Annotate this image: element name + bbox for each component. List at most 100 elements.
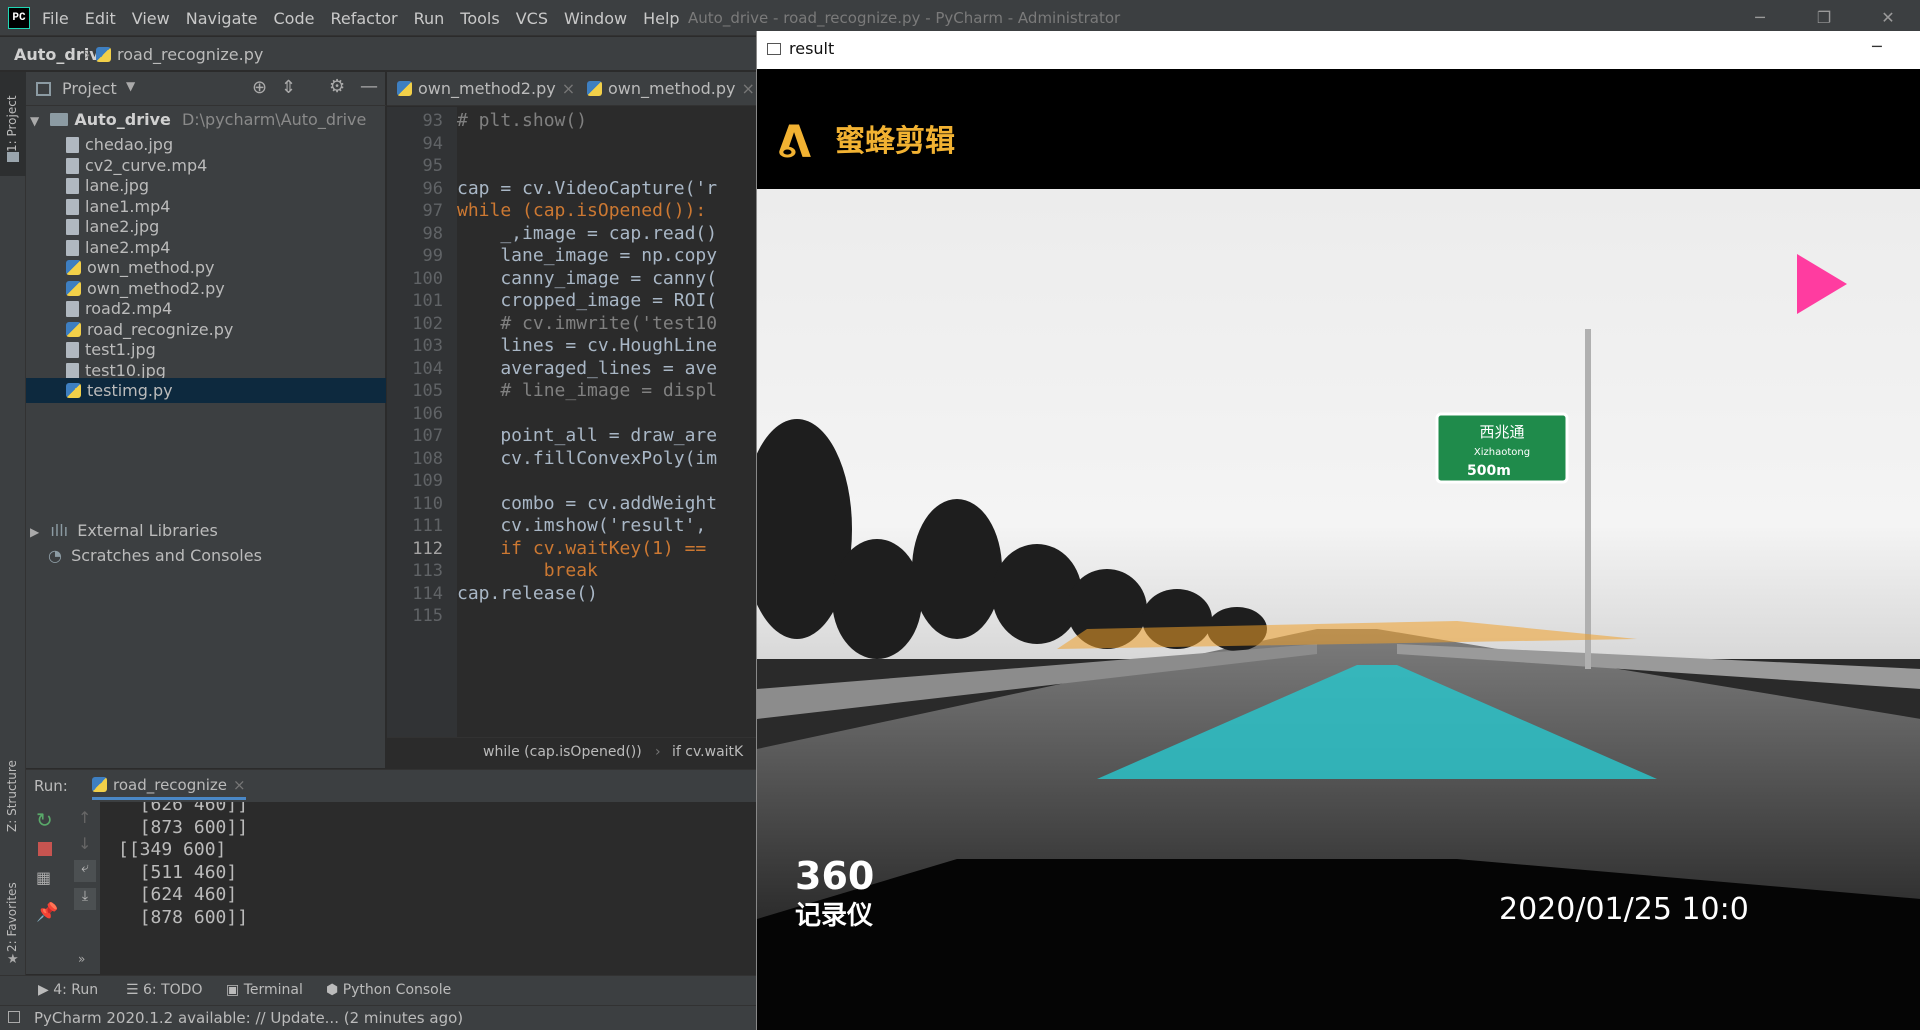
editor-tabs: own_method2.py × own_method.py × <box>387 72 756 106</box>
editor-breadcrumb-bar: while (cap.isOpened()) › if cv.waitK <box>387 737 756 769</box>
file-name: lane.jpg <box>85 176 150 195</box>
rerun-icon[interactable]: ↻ <box>36 808 53 832</box>
soft-wrap-icon[interactable]: ⤶ <box>74 860 96 882</box>
tool-tab[interactable]: ▶ 4: Run <box>38 982 98 998</box>
file-name: testimg.py <box>87 381 173 400</box>
stop-icon[interactable] <box>38 842 52 856</box>
line-number: 103 <box>412 336 443 356</box>
menu-item-edit[interactable]: Edit <box>85 9 116 28</box>
expand-arrow-icon[interactable]: ▼ <box>30 114 39 128</box>
run-console[interactable]: [626 460]] [873 600]] [[349 600] [511 460… <box>100 802 756 974</box>
run-toolbar: ↻ ▦ 📌 <box>26 802 70 974</box>
menu-item-help[interactable]: Help <box>643 9 679 28</box>
code-line: cap = cv.VideoCapture('r <box>457 177 718 199</box>
line-number: 115 <box>412 606 443 626</box>
menu-item-vcs[interactable]: VCS <box>516 9 548 28</box>
close-icon[interactable]: × <box>562 79 575 98</box>
breadcrumb-if[interactable]: if cv.waitK <box>672 744 743 760</box>
arrow-down-icon[interactable]: ↓ <box>78 834 91 853</box>
menu-item-navigate[interactable]: Navigate <box>186 9 258 28</box>
run-config-tab[interactable]: road_recognize × <box>92 776 246 800</box>
tab-project[interactable]: 1: Project <box>5 82 19 152</box>
status-bar: PyCharm 2020.1.2 available: // Update...… <box>0 1005 756 1030</box>
menu-item-code[interactable]: Code <box>274 9 315 28</box>
tool-tab-label: 4: Run <box>53 982 99 998</box>
pin-icon[interactable]: 📌 <box>36 902 58 923</box>
close-icon[interactable]: × <box>233 776 246 794</box>
tab-structure[interactable]: Z: Structure <box>5 752 19 832</box>
close-icon[interactable]: × <box>742 79 755 98</box>
sign-cn-text: 西兆通 <box>1479 423 1524 441</box>
menu-item-view[interactable]: View <box>132 9 170 28</box>
editor-tab-label: own_method.py <box>608 79 736 98</box>
hide-icon[interactable]: — <box>360 76 378 97</box>
star-icon: ★ <box>7 952 19 967</box>
navigation-bar: Auto_drive › road_recognize.py <box>0 37 756 71</box>
sign-text: Xizhaotong <box>1474 447 1530 458</box>
menu-item-run[interactable]: Run <box>414 9 445 28</box>
python-file-icon <box>66 321 81 337</box>
overlay-logo: 360 <box>795 854 874 898</box>
chevron-down-icon[interactable]: ▼ <box>126 79 135 93</box>
tool-tab[interactable]: ☰ 6: TODO <box>126 982 202 998</box>
menu-item-refactor[interactable]: Refactor <box>330 9 397 28</box>
line-number: 95 <box>422 156 443 176</box>
breadcrumb-file[interactable]: road_recognize.py <box>96 45 263 64</box>
console-line: [624 460] <box>118 884 238 905</box>
folder-icon <box>50 113 69 126</box>
editor-tab[interactable]: own_method.py × <box>587 79 755 98</box>
tab-favorites[interactable]: 2: Favorites <box>5 862 19 952</box>
locate-icon[interactable]: ⊕ <box>252 77 267 98</box>
more-icon[interactable]: » <box>78 952 85 966</box>
line-number: 101 <box>412 291 443 311</box>
line-number: 96 <box>422 178 443 199</box>
tree-root[interactable]: ▼ Auto_drive D:\pycharm\Auto_drive <box>26 107 386 132</box>
python-file-icon <box>92 777 107 792</box>
file-icon <box>66 198 79 215</box>
line-number: 94 <box>422 133 443 154</box>
scroll-to-end-icon[interactable]: ⤓ <box>74 888 96 910</box>
menu-item-window[interactable]: Window <box>564 9 627 28</box>
project-view-label[interactable]: Project <box>62 79 117 98</box>
dashcam-frame: 西兆通 Xizhaotong 500m ᕕ 蜜蜂剪辑 360 记录仪 2020/… <box>757 69 1920 1030</box>
pycharm-logo-icon[interactable]: PC <box>8 7 30 29</box>
file-name: own_method.py <box>87 258 215 277</box>
code-line: cv.imshow('result', <box>457 515 707 536</box>
editor-tab[interactable]: own_method2.py × <box>397 79 575 98</box>
console-line: [878 600]] <box>118 906 249 928</box>
breadcrumb-while[interactable]: while (cap.isOpened()) <box>483 744 642 760</box>
collapse-all-icon[interactable]: ⇕ <box>281 77 296 98</box>
python-file-icon <box>66 383 81 398</box>
brand-text: 蜜蜂剪辑 <box>835 124 955 159</box>
status-message[interactable]: PyCharm 2020.1.2 available: // Update...… <box>34 1009 463 1027</box>
tool-tab[interactable]: ⬢ Python Console <box>326 982 451 998</box>
minimize-icon[interactable]: ─ <box>1872 37 1882 56</box>
layout-icon[interactable]: ▦ <box>36 868 51 887</box>
gear-icon[interactable]: ⚙ <box>329 76 345 97</box>
file-name: lane2.jpg <box>85 217 160 236</box>
code-line: cap.release() <box>457 582 598 604</box>
scratches-label: Scratches and Consoles <box>71 546 262 565</box>
tree-scratches[interactable]: ◔ Scratches and Consoles <box>26 543 386 568</box>
line-number: 108 <box>412 448 443 469</box>
file-tree-item[interactable]: testimg.py <box>26 378 386 403</box>
tool-tab-icon: ⬢ <box>326 982 343 998</box>
project-panel-header: Project ▼ ⊕ ⇕ ⚙ — <box>26 72 386 106</box>
root-folder-path: D:\pycharm\Auto_drive <box>181 110 367 129</box>
file-icon <box>66 239 79 256</box>
video-timestamp: 2020/01/25 10:0 <box>1499 892 1749 927</box>
menu-item-tools[interactable]: Tools <box>460 9 499 28</box>
menu-item-file[interactable]: File <box>42 9 69 28</box>
arrow-up-icon[interactable]: ↑ <box>78 808 91 827</box>
file-name: chedao.jpg <box>85 135 174 154</box>
tool-tab[interactable]: ▣ Terminal <box>226 982 303 998</box>
line-number: 105 <box>412 381 443 401</box>
window-icon[interactable] <box>8 1011 20 1023</box>
file-icon <box>66 157 79 174</box>
editor-tab-label: own_method2.py <box>418 79 556 98</box>
file-icon <box>66 219 79 235</box>
tree-external-libraries[interactable]: ▶ ıllı External Libraries <box>26 518 386 543</box>
line-number: 99 <box>422 246 443 266</box>
code-editor[interactable]: # plt.show() cap = cv.VideoCapture('r whil… <box>457 107 756 737</box>
expand-arrow-icon[interactable]: ▶ <box>30 525 39 539</box>
